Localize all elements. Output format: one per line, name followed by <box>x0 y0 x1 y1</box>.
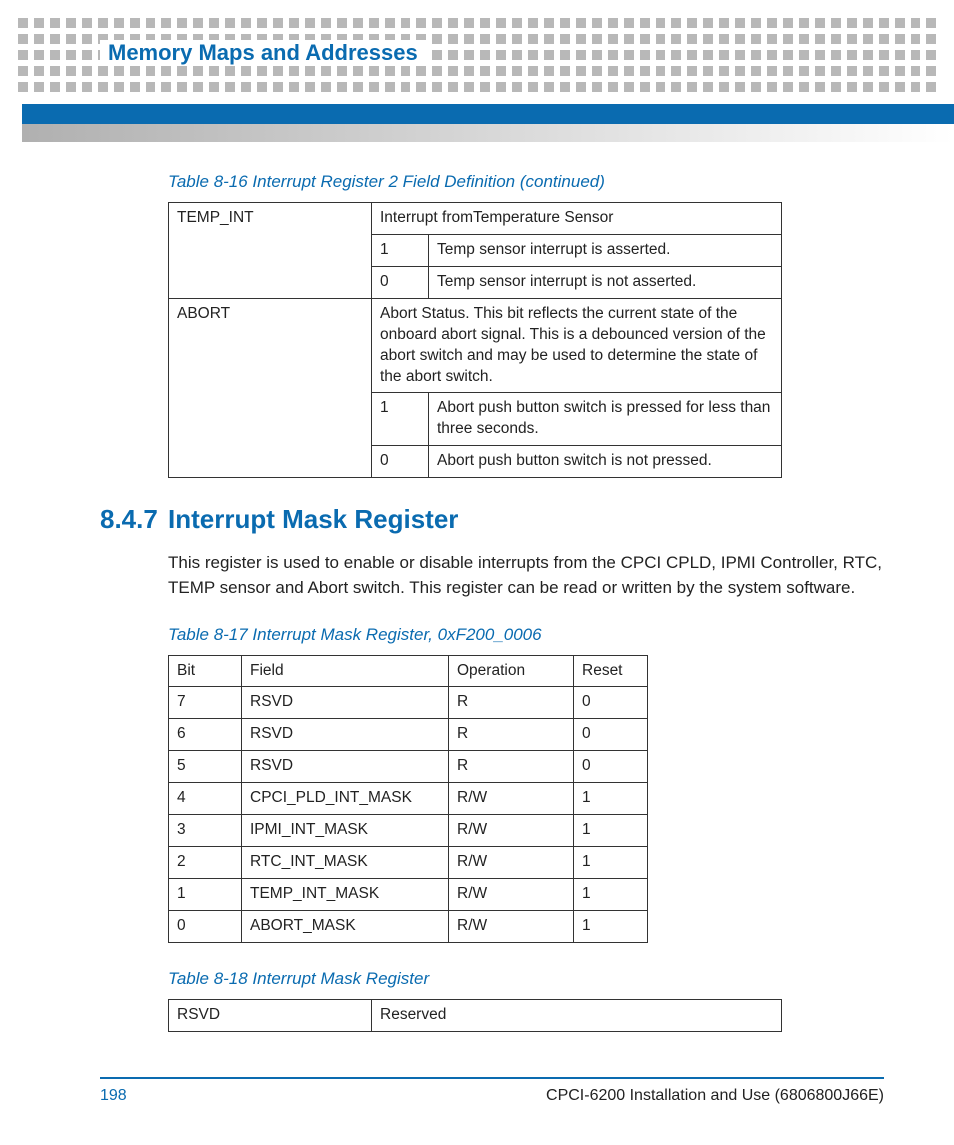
header-blue-bar <box>22 104 954 124</box>
table-row: 1 TEMP_INT_MASK R/W 1 <box>169 878 648 910</box>
cell-field: RSVD <box>242 687 449 719</box>
table-row: ABORT Abort Status. This bit reflects th… <box>169 298 782 393</box>
table-row: 4 CPCI_PLD_INT_MASK R/W 1 <box>169 783 648 815</box>
cell-field: RSVD <box>242 751 449 783</box>
page-number: 198 <box>100 1087 127 1105</box>
cell-field: CPCI_PLD_INT_MASK <box>242 783 449 815</box>
cell-op: R/W <box>449 878 574 910</box>
table-row: 2 RTC_INT_MASK R/W 1 <box>169 847 648 879</box>
cell-field: ABORT_MASK <box>242 910 449 942</box>
footer-rule <box>100 1077 884 1079</box>
cell-reset: 0 <box>574 751 648 783</box>
table-row: 6 RSVD R 0 <box>169 719 648 751</box>
cell-bit: 5 <box>169 751 242 783</box>
cell-bit: 1 <box>169 878 242 910</box>
table-817-caption: Table 8-17 Interrupt Mask Register, 0xF2… <box>168 625 884 645</box>
cell-meaning: Abort push button switch is pressed for … <box>429 393 782 446</box>
chapter-title-wrap: Memory Maps and Addresses <box>100 40 426 66</box>
col-header-reset: Reset <box>574 655 648 687</box>
cell-value: 1 <box>372 393 429 446</box>
col-header-operation: Operation <box>449 655 574 687</box>
table-818-caption: Table 8-18 Interrupt Mask Register <box>168 969 884 989</box>
cell-reset: 0 <box>574 719 648 751</box>
section-heading: 8.4.7 Interrupt Mask Register <box>100 504 884 535</box>
cell-value: 1 <box>372 234 429 266</box>
page-footer: 198 CPCI-6200 Installation and Use (6806… <box>100 1077 884 1105</box>
cell-op: R/W <box>449 910 574 942</box>
section-title: Interrupt Mask Register <box>168 504 458 535</box>
table-816: TEMP_INT Interrupt fromTemperature Senso… <box>168 202 782 478</box>
cell-description: Abort Status. This bit reflects the curr… <box>372 298 782 393</box>
table-817: Bit Field Operation Reset 7 RSVD R 0 6 R… <box>168 655 648 943</box>
table-row: RSVD Reserved <box>169 999 782 1031</box>
cell-field-name: RSVD <box>169 999 372 1031</box>
cell-value: 0 <box>372 446 429 478</box>
table-818: RSVD Reserved <box>168 999 782 1032</box>
cell-description: Reserved <box>372 999 782 1031</box>
table-row: 0 ABORT_MASK R/W 1 <box>169 910 648 942</box>
cell-op: R/W <box>449 783 574 815</box>
cell-reset: 1 <box>574 815 648 847</box>
section-body: This register is used to enable or disab… <box>168 551 884 600</box>
header-shadow-bar <box>22 124 954 142</box>
cell-meaning: Temp sensor interrupt is asserted. <box>429 234 782 266</box>
cell-bit: 7 <box>169 687 242 719</box>
cell-op: R <box>449 719 574 751</box>
cell-op: R <box>449 751 574 783</box>
cell-reset: 1 <box>574 847 648 879</box>
cell-bit: 0 <box>169 910 242 942</box>
cell-reset: 1 <box>574 783 648 815</box>
cell-field: IPMI_INT_MASK <box>242 815 449 847</box>
table-816-caption: Table 8-16 Interrupt Register 2 Field De… <box>168 172 884 192</box>
col-header-bit: Bit <box>169 655 242 687</box>
cell-reset: 1 <box>574 910 648 942</box>
cell-reset: 0 <box>574 687 648 719</box>
table-row: TEMP_INT Interrupt fromTemperature Senso… <box>169 203 782 235</box>
cell-value: 0 <box>372 266 429 298</box>
cell-bit: 4 <box>169 783 242 815</box>
cell-field-name: TEMP_INT <box>169 203 372 299</box>
cell-field-name: ABORT <box>169 298 372 477</box>
cell-op: R/W <box>449 815 574 847</box>
document-title: CPCI-6200 Installation and Use (6806800J… <box>546 1087 884 1105</box>
cell-field: RSVD <box>242 719 449 751</box>
col-header-field: Field <box>242 655 449 687</box>
table-row: 5 RSVD R 0 <box>169 751 648 783</box>
table-header-row: Bit Field Operation Reset <box>169 655 648 687</box>
cell-reset: 1 <box>574 878 648 910</box>
cell-meaning: Abort push button switch is not pressed. <box>429 446 782 478</box>
cell-bit: 3 <box>169 815 242 847</box>
cell-op: R/W <box>449 847 574 879</box>
table-row: 7 RSVD R 0 <box>169 687 648 719</box>
table-row: 3 IPMI_INT_MASK R/W 1 <box>169 815 648 847</box>
cell-field: RTC_INT_MASK <box>242 847 449 879</box>
cell-op: R <box>449 687 574 719</box>
cell-field: TEMP_INT_MASK <box>242 878 449 910</box>
section-number: 8.4.7 <box>100 504 168 535</box>
cell-meaning: Temp sensor interrupt is not asserted. <box>429 266 782 298</box>
cell-bit: 6 <box>169 719 242 751</box>
chapter-title: Memory Maps and Addresses <box>108 40 418 65</box>
cell-bit: 2 <box>169 847 242 879</box>
cell-description: Interrupt fromTemperature Sensor <box>372 203 782 235</box>
